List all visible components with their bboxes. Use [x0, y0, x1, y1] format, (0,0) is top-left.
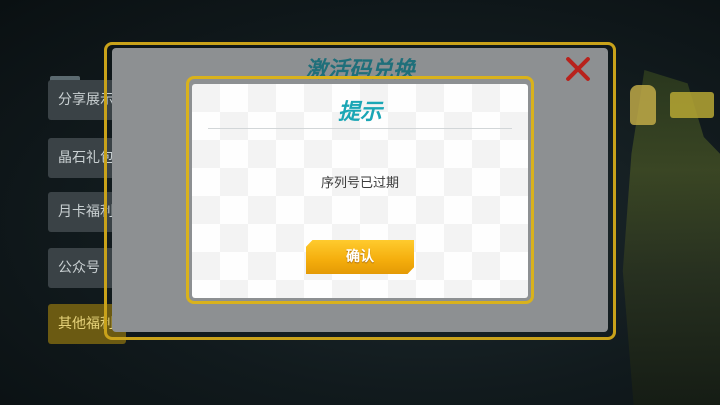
- dialog-title: 提示: [337, 100, 382, 125]
- confirm-button[interactable]: 确认: [306, 240, 414, 274]
- close-icon[interactable]: [562, 52, 594, 84]
- character-weapon: [670, 92, 714, 118]
- dialog-divider: [208, 128, 512, 129]
- character-head: [630, 85, 656, 125]
- confirm-button-label: 确认: [346, 249, 374, 265]
- dialog-message: 序列号已过期: [320, 176, 399, 191]
